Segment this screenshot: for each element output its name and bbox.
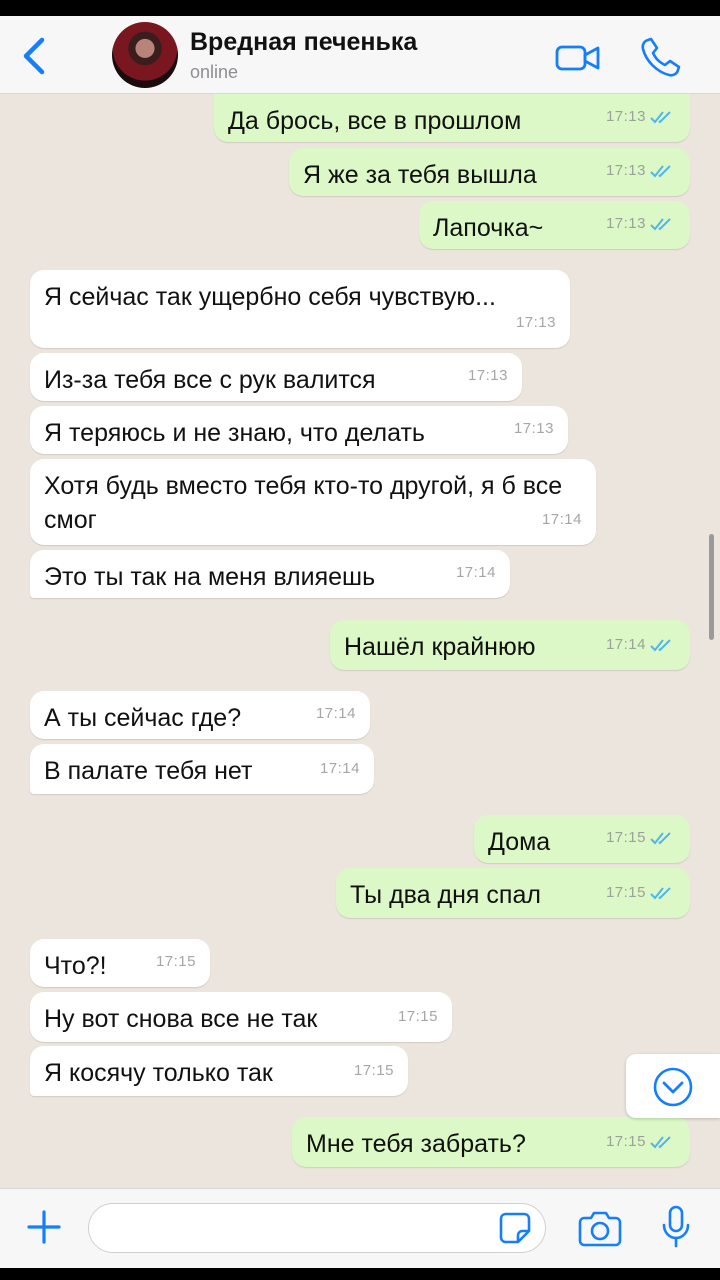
- phone-icon[interactable]: [638, 36, 682, 80]
- double-check-icon: [650, 639, 671, 652]
- double-check-icon: [650, 887, 671, 900]
- message-meta: 17:15: [606, 876, 676, 910]
- message-bubble-outgoing[interactable]: Мне тебя забрать? 17:15: [292, 1117, 690, 1167]
- message-bubble-incoming[interactable]: Из-за тебя все с рук валится 17:13: [30, 353, 522, 401]
- message-bubble-incoming[interactable]: Хотя будь вместо тебя кто-то другой, я б…: [30, 459, 596, 545]
- message-time: 17:13: [605, 108, 646, 125]
- message-bubble-incoming[interactable]: Ну вот снова все не так 17:15: [30, 992, 452, 1042]
- message-text: Ты два дня спал: [350, 881, 541, 909]
- message-text: Что?!: [44, 952, 107, 980]
- message-text: Мне тебя забрать?: [306, 1130, 526, 1158]
- message-bubble-incoming[interactable]: Это ты так на меня влияешь 17:14: [30, 550, 510, 598]
- message-text: Это ты так на меня влияешь: [44, 563, 376, 591]
- message-bubble-incoming[interactable]: Я сейчас так ущербно себя чувствую... 17…: [30, 270, 570, 348]
- sticker-icon[interactable]: [498, 1211, 532, 1245]
- camera-icon[interactable]: [578, 1209, 622, 1247]
- double-check-icon: [650, 1136, 671, 1149]
- double-check-icon: [650, 111, 671, 124]
- message-text: А ты сейчас где?: [44, 704, 242, 732]
- message-text: Я косячу только так: [44, 1059, 273, 1087]
- message-text: Нашёл крайнюю: [344, 633, 536, 661]
- microphone-icon[interactable]: [660, 1205, 692, 1249]
- chevron-left-icon[interactable]: [18, 34, 50, 78]
- message-text: Ну вот снова все не так: [44, 1005, 318, 1033]
- double-check-icon: [650, 832, 671, 845]
- message-bubble-outgoing[interactable]: Дома 17:15: [474, 815, 690, 863]
- message-bubble-incoming[interactable]: В палате тебя нет 17:14: [30, 744, 374, 794]
- contact-name[interactable]: Вредная печенька: [190, 28, 417, 57]
- message-time: 17:13: [467, 367, 508, 384]
- status-bar: [0, 0, 720, 16]
- message-meta: 17:15: [606, 1125, 676, 1159]
- plus-icon[interactable]: [26, 1209, 62, 1245]
- message-composer: [0, 1188, 720, 1268]
- contact-status: online: [190, 62, 239, 82]
- message-text: Дома: [488, 828, 551, 856]
- message-bubble-outgoing[interactable]: Лапочка~ 17:13: [419, 201, 690, 249]
- message-meta: 17:14: [606, 628, 676, 662]
- message-time: 17:13: [515, 314, 556, 331]
- message-time: 17:14: [541, 511, 582, 528]
- avatar[interactable]: [112, 22, 178, 88]
- double-check-icon: [650, 218, 671, 231]
- chevron-down-icon: [653, 1067, 693, 1107]
- message-input[interactable]: [88, 1203, 546, 1253]
- home-indicator-bar: [0, 1268, 720, 1280]
- message-bubble-incoming[interactable]: Я теряюсь и не знаю, что делать 17:13: [30, 406, 568, 454]
- message-text: Да брось, все в прошлом: [228, 107, 522, 135]
- scroll-to-bottom-button[interactable]: [626, 1054, 720, 1118]
- message-meta: 17:15: [606, 821, 676, 855]
- message-time: 17:14: [315, 705, 356, 722]
- message-bubble-outgoing[interactable]: Я же за тебя вышла 17:13: [289, 148, 690, 196]
- message-text: Я теряюсь и не знаю, что делать: [44, 419, 425, 447]
- message-meta: 17:13: [606, 207, 676, 241]
- chat-header: Вредная печенька online: [0, 16, 720, 94]
- message-text: В палате тебя нет: [44, 757, 253, 785]
- video-camera-icon[interactable]: [555, 42, 601, 74]
- message-bubble-incoming[interactable]: Я косячу только так 17:15: [30, 1046, 408, 1096]
- message-time: 17:15: [605, 1133, 646, 1150]
- message-time: 17:13: [605, 162, 646, 179]
- scrollbar[interactable]: [709, 534, 714, 640]
- message-bubble-outgoing[interactable]: Нашёл крайнюю 17:14: [330, 620, 690, 670]
- message-meta: 17:13: [606, 100, 676, 134]
- message-text: Хотя будь вместо тебя кто-то другой, я б…: [44, 472, 563, 534]
- message-time: 17:15: [353, 1062, 394, 1079]
- message-time: 17:15: [605, 884, 646, 901]
- message-time: 17:15: [397, 1008, 438, 1025]
- message-time: 17:15: [155, 953, 196, 970]
- message-bubble-incoming[interactable]: Что?! 17:15: [30, 939, 210, 987]
- message-text: Из-за тебя все с рук валится: [44, 366, 376, 394]
- message-text: Я сейчас так ущербно себя чувствую...: [44, 283, 496, 311]
- message-time: 17:15: [605, 829, 646, 846]
- message-bubble-outgoing[interactable]: Да брось, все в прошлом 17:13: [214, 94, 690, 142]
- message-bubble-outgoing[interactable]: Ты два дня спал 17:15: [336, 868, 690, 918]
- message-text: Я же за тебя вышла: [303, 161, 537, 189]
- message-time: 17:14: [605, 636, 646, 653]
- message-time: 17:14: [319, 760, 360, 777]
- message-time: 17:14: [455, 564, 496, 581]
- message-meta: 17:13: [606, 154, 676, 188]
- double-check-icon: [650, 165, 671, 178]
- message-bubble-incoming[interactable]: А ты сейчас где? 17:14: [30, 691, 370, 739]
- message-text: Лапочка~: [433, 214, 544, 242]
- message-list[interactable]: Да брось, все в прошлом 17:13 Я же за те…: [0, 94, 720, 1188]
- message-time: 17:13: [513, 420, 554, 437]
- message-time: 17:13: [605, 215, 646, 232]
